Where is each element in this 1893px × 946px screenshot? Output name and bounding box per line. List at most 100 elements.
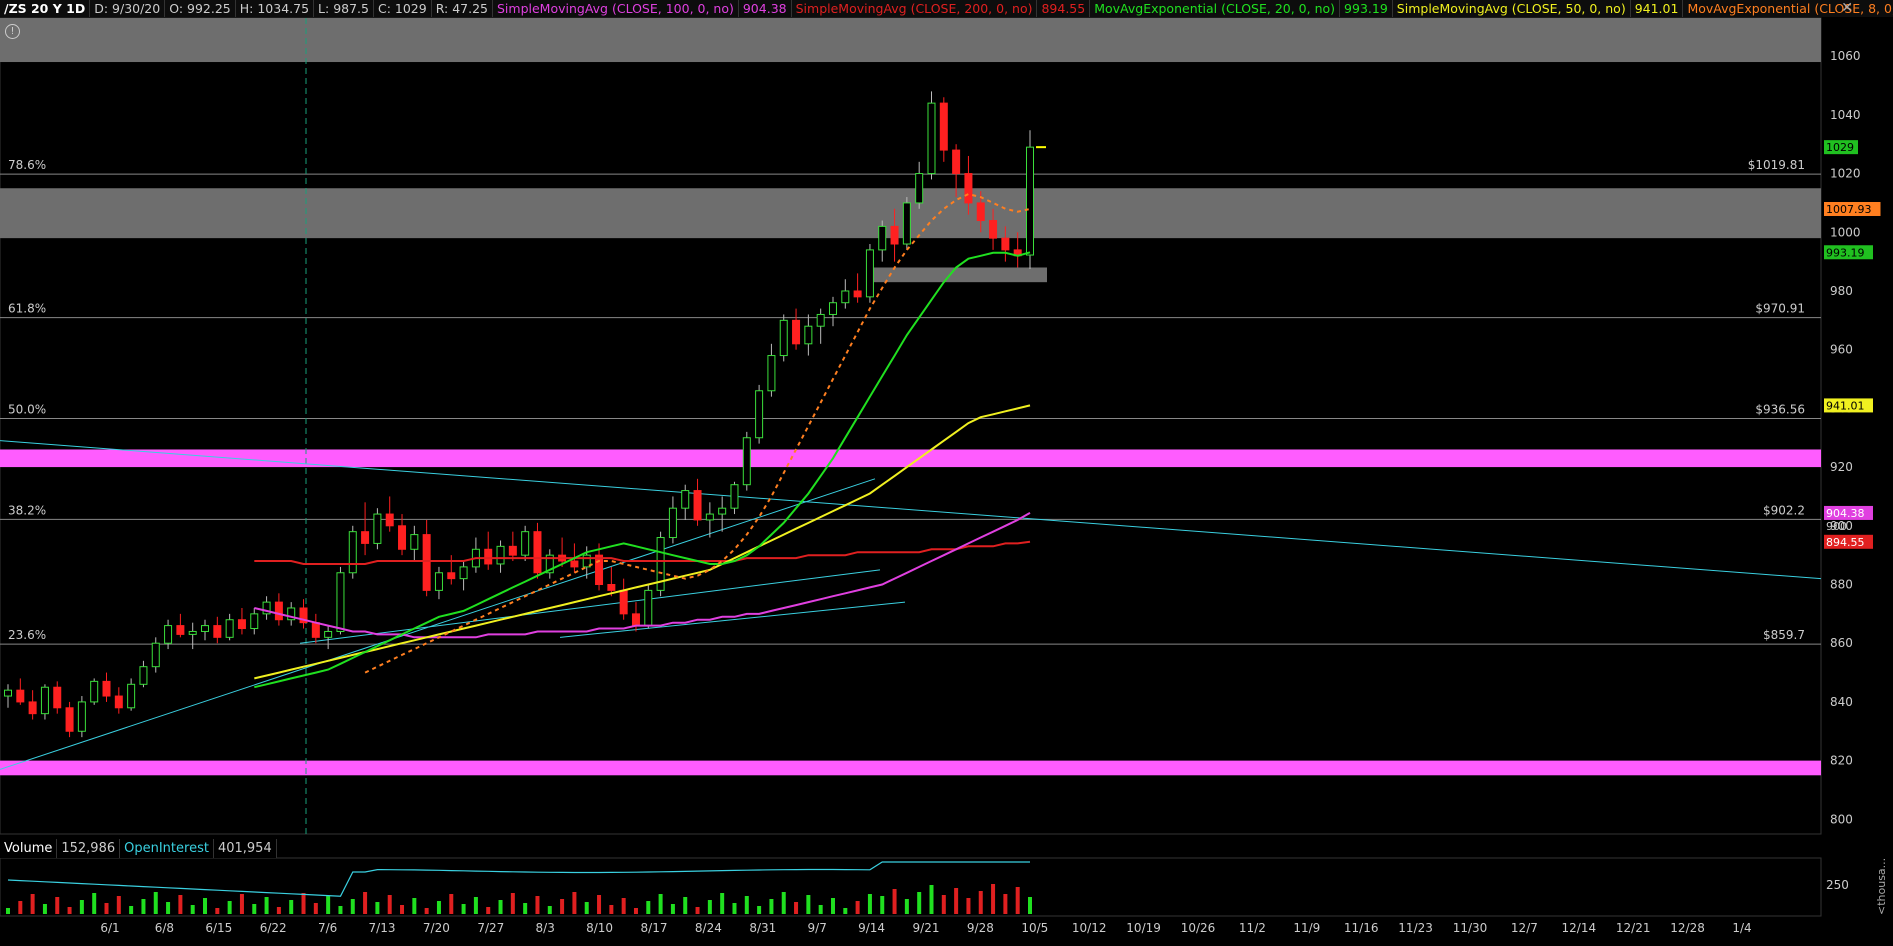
candle-body-81 — [1001, 237, 1010, 251]
volume-bar-40 — [498, 900, 503, 914]
candle-body-3 — [40, 686, 49, 715]
candle-body-19 — [237, 619, 246, 630]
volume-bar-73 — [904, 899, 909, 914]
candle-body-66 — [816, 313, 825, 327]
open-interest-label[interactable]: OpenInterest — [120, 839, 214, 858]
y-tick-10: 1000 — [1830, 225, 1861, 239]
candle-body-50 — [619, 589, 628, 615]
candle-body-43 — [533, 531, 542, 574]
fib-pct-3: 38.2% — [8, 503, 46, 517]
volume-bar-75 — [929, 885, 934, 914]
volume-bar-17 — [215, 908, 220, 914]
study-label-2[interactable]: MovAvgExponential (CLOSE, 20, 0, no) — [1090, 0, 1341, 17]
x-label-7: 7/27 — [477, 921, 504, 935]
candle-body-14 — [176, 625, 185, 635]
study-value-0: 904.38 — [739, 0, 792, 17]
volume-bar-77 — [954, 888, 959, 914]
x-label-14: 9/14 — [858, 921, 885, 935]
volume-bar-29 — [363, 892, 368, 914]
x-label-10: 8/17 — [641, 921, 668, 935]
fib-pct-2: 50.0% — [8, 402, 46, 416]
volume-bar-65 — [806, 895, 811, 914]
candle-body-54 — [668, 507, 677, 539]
candle-body-2 — [28, 701, 37, 715]
price-tag-2: 993.19 — [1826, 246, 1865, 259]
price-chart[interactable]: 78.6% $1019.81 61.8% $970.91 50.0% $936.56 38.… — [0, 0, 1893, 946]
volume-label[interactable]: Volume — [0, 839, 58, 858]
candle-body-17 — [213, 625, 222, 638]
study-label-4[interactable]: MovAvgExponential (CLOSE, 8, 0, no) — [1683, 0, 1893, 17]
candle-body-75 — [927, 102, 936, 175]
volume-bar-12 — [153, 892, 158, 914]
x-label-26: 12/7 — [1511, 921, 1538, 935]
fib-price-0: $1019.81 — [1748, 158, 1805, 172]
volume-bar-1 — [18, 901, 23, 914]
volume-bar-45 — [560, 899, 565, 914]
x-label-11: 8/24 — [695, 921, 722, 935]
volume-bar-7 — [92, 893, 97, 914]
y-tick-3: 860 — [1830, 636, 1853, 650]
volume-bar-30 — [375, 902, 380, 914]
volume-bar-22 — [276, 907, 281, 914]
price-tag-0: 1029 — [1826, 141, 1854, 154]
candle-body-28 — [348, 531, 357, 574]
y-tick-8: 960 — [1830, 343, 1853, 357]
candle-body-18 — [225, 619, 234, 638]
x-label-3: 6/22 — [260, 921, 287, 935]
symbol-label[interactable]: /ZS 20 Y 1D — [0, 0, 91, 17]
volume-value: 152,986 — [57, 839, 121, 858]
volume-bar-68 — [843, 908, 848, 914]
candle-body-30 — [373, 513, 382, 544]
candle-body-56 — [693, 490, 702, 521]
volume-bar-62 — [769, 899, 774, 914]
volume-bar-39 — [486, 907, 491, 914]
candle-body-40 — [496, 545, 505, 565]
volume-bar-9 — [116, 896, 121, 914]
volume-bar-67 — [830, 898, 835, 914]
volume-bar-43 — [535, 896, 540, 914]
volume-bar-44 — [547, 906, 552, 914]
date-label: D: 9/30/20 — [90, 0, 166, 17]
candle-body-12 — [151, 642, 160, 668]
x-label-19: 10/19 — [1126, 921, 1161, 935]
y-tick-extra: 900 — [1826, 520, 1847, 533]
volume-bar-37 — [461, 904, 466, 914]
volume-bar-27 — [338, 906, 343, 914]
close-icon[interactable]: ✕ — [1841, 0, 1853, 17]
fib-price-4: $859.7 — [1763, 628, 1805, 642]
candle-body-29 — [361, 531, 370, 544]
candle-body-58 — [718, 507, 727, 515]
volume-bar-78 — [966, 898, 971, 914]
study-label-1[interactable]: SimpleMovingAvg (CLOSE, 200, 0, no) — [792, 0, 1038, 17]
volume-bar-32 — [400, 905, 405, 914]
volume-bar-2 — [30, 894, 35, 914]
candle-body-9 — [114, 695, 123, 709]
volume-bar-53 — [658, 894, 663, 914]
info-icon[interactable]: ! — [5, 24, 20, 39]
y-tick-0: 800 — [1830, 812, 1853, 826]
volume-bar-28 — [350, 899, 355, 914]
open-label: O: 992.25 — [165, 0, 236, 17]
volume-bar-82 — [1015, 887, 1020, 914]
candle-body-69 — [853, 290, 862, 298]
candle-body-61 — [755, 390, 764, 439]
volume-bar-35 — [436, 901, 441, 914]
candle-body-79 — [976, 202, 985, 222]
study-label-3[interactable]: SimpleMovingAvg (CLOSE, 50, 0, no) — [1393, 0, 1631, 17]
candle-body-78 — [964, 173, 973, 204]
volume-bar-56 — [695, 907, 700, 914]
study-label-0[interactable]: SimpleMovingAvg (CLOSE, 100, 0, no) — [493, 0, 739, 17]
x-label-16: 9/28 — [967, 921, 994, 935]
volume-bar-55 — [683, 897, 688, 914]
volume-unit-label: <thousa... — [1875, 858, 1888, 915]
x-label-13: 9/7 — [808, 921, 827, 935]
candle-body-1 — [16, 689, 25, 703]
candle-body-8 — [102, 680, 111, 697]
x-label-6: 7/20 — [423, 921, 450, 935]
volume-bar-41 — [510, 893, 515, 914]
candle-body-26 — [324, 630, 333, 638]
candle-body-27 — [336, 572, 345, 632]
candle-body-49 — [607, 584, 616, 591]
volume-bar-49 — [609, 905, 614, 914]
volume-bar-80 — [991, 884, 996, 914]
